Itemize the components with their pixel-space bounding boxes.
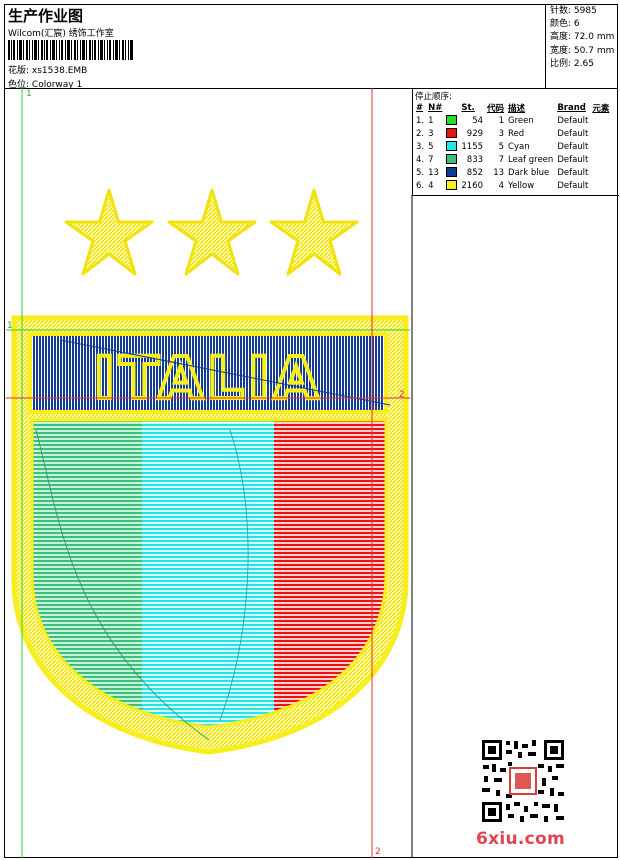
italia-text: ITALIA [94, 344, 323, 412]
guide-marker-bottom-2: 2 [375, 847, 381, 857]
stars-group [64, 188, 359, 276]
cyan-stripe [142, 420, 274, 727]
guide-marker-top-1: 1 [26, 89, 32, 99]
embroidery-preview: ITALIA [6, 88, 413, 858]
guide-marker-right-2: 2 [399, 390, 405, 400]
guide-marker-left-1: 1 [7, 321, 13, 331]
star-icon [269, 188, 359, 276]
qr-code [480, 738, 566, 824]
star-icon [64, 188, 154, 276]
star-icon [167, 188, 257, 276]
watermark: 6xiu.com [476, 829, 566, 849]
